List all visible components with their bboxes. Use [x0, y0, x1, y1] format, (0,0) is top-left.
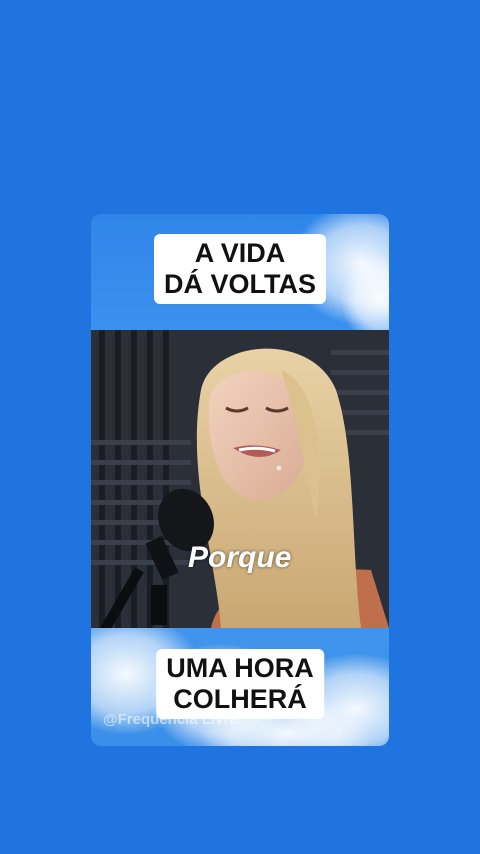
top-caption-line-2: DÁ VOLTAS: [164, 269, 316, 299]
watermark-handle: @Frequencia Livre: [103, 711, 238, 728]
top-caption: A VIDA DÁ VOLTAS: [154, 234, 326, 304]
video-card[interactable]: A VIDA DÁ VOLTAS Porque UMA HORA COLHERÁ…: [91, 214, 389, 746]
video-frame[interactable]: Porque: [91, 330, 389, 628]
subtitle-text: Porque: [188, 541, 292, 574]
woman-with-microphone-image: [91, 330, 389, 628]
top-caption-line-1: A VIDA: [194, 238, 286, 268]
bottom-caption: UMA HORA COLHERÁ: [156, 649, 324, 719]
bottom-caption-line-1: UMA HORA: [166, 653, 314, 683]
